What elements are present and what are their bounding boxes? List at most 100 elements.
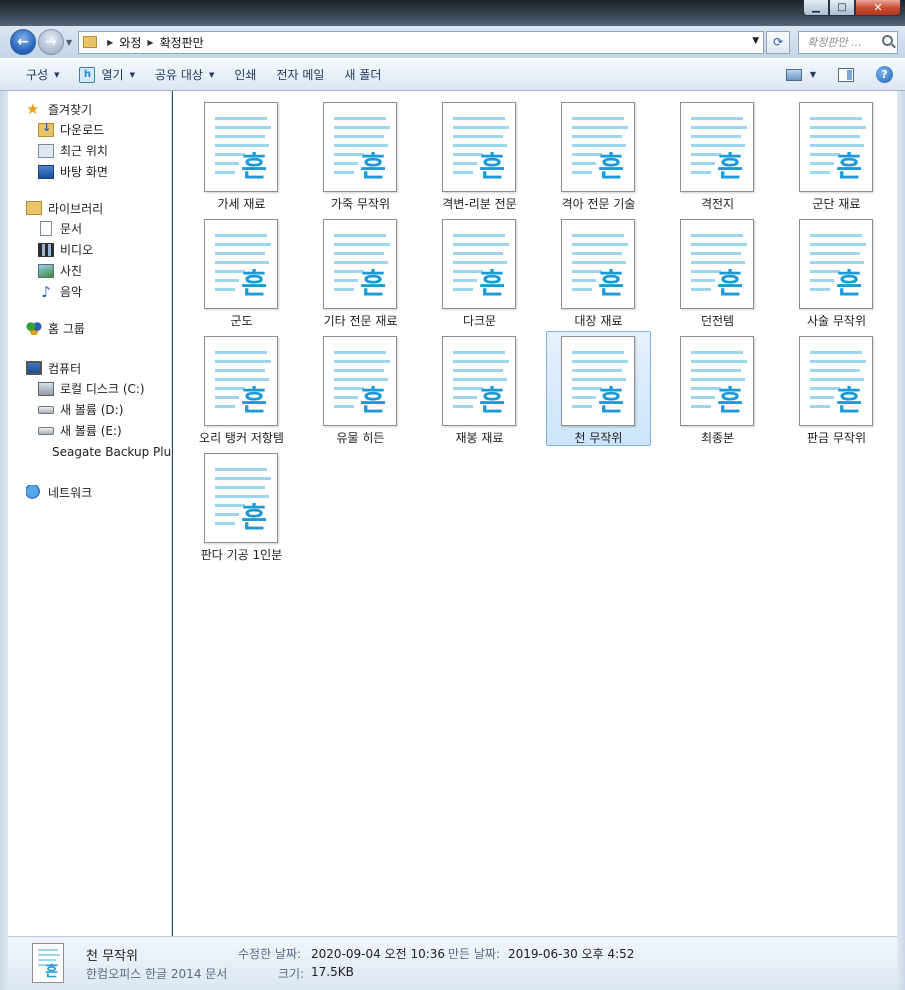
preview-pane-icon[interactable] — [838, 67, 854, 82]
hwp-glyph: 흔 — [479, 384, 505, 417]
file-item[interactable]: 흔 격변-리분 전문 — [427, 97, 532, 212]
nav-item-drive-c[interactable]: 로컬 디스크 (C:) — [8, 378, 171, 399]
text-line-decoration — [453, 117, 505, 120]
nav-item-drive-d[interactable]: 새 볼륨 (D:) — [8, 399, 171, 420]
breadcrumb-item[interactable]: 확정판만 — [160, 34, 204, 51]
breadcrumb-item[interactable]: 와정 — [119, 34, 141, 51]
file-item[interactable]: 흔 가세 재료 — [189, 97, 294, 212]
hwp-glyph: 흔 — [717, 150, 743, 183]
created-value: 2019-06-30 오후 4:52 — [508, 947, 635, 961]
text-line-decoration — [691, 144, 745, 147]
nav-item-documents[interactable]: 문서 — [8, 218, 171, 239]
print-button[interactable]: 인쇄 — [224, 62, 266, 88]
file-item[interactable]: 흔 군도 — [189, 214, 294, 329]
text-line-decoration — [215, 486, 265, 489]
file-name: 격전지 — [700, 197, 735, 211]
file-item[interactable]: 흔 군단 재료 — [784, 97, 889, 212]
new-folder-button[interactable]: 새 폴더 — [334, 62, 391, 88]
file-item[interactable]: 흔 다크문 — [427, 214, 532, 329]
text-line-decoration — [334, 144, 388, 147]
hwp-document-icon: 흔 — [204, 102, 278, 192]
command-bar: 구성 ▼ h 열기 ▼ 공유 대상 ▼ 인쇄 전자 메일 새 폴더 ▼ ? — [0, 58, 905, 91]
nav-item-videos[interactable]: 비디오 — [8, 239, 171, 260]
nav-label: 음악 — [60, 285, 83, 299]
music-note-icon: ♪ — [41, 282, 51, 301]
nav-item-seagate[interactable]: Seagate Backup Plus — [8, 441, 171, 462]
nav-item-music[interactable]: ♪ 음악 — [8, 281, 171, 302]
system-drive-icon — [38, 381, 54, 396]
recent-places-icon — [38, 143, 54, 158]
nav-item-drive-e[interactable]: 새 볼륨 (E:) — [8, 420, 171, 441]
file-item[interactable]: 흔 판다 기공 1인분 — [189, 448, 294, 563]
maximize-button[interactable]: □ — [829, 0, 855, 16]
file-item[interactable]: 흔 재봉 재료 — [427, 331, 532, 446]
hwp-glyph: 흔 — [836, 384, 862, 417]
text-line-decoration — [215, 378, 269, 381]
search-icon[interactable] — [882, 34, 894, 46]
email-button[interactable]: 전자 메일 — [266, 62, 334, 88]
help-icon[interactable]: ? — [876, 66, 893, 83]
file-item[interactable]: 흔 격아 전문 기술 — [546, 97, 651, 212]
computer-group: 컴퓨터 로컬 디스크 (C:) 새 볼륨 (D:) 새 볼륨 (E:) Seag… — [8, 358, 171, 462]
text-line-decoration — [572, 171, 592, 174]
nav-item-downloads[interactable]: 다운로드 — [8, 119, 171, 140]
nav-homegroup[interactable]: 홈 그룹 — [8, 318, 171, 338]
nav-libraries[interactable]: 라이브러리 — [8, 198, 171, 218]
chevron-down-icon: ▼ — [208, 70, 215, 79]
nav-item-desktop[interactable]: 바탕 화면 — [8, 161, 171, 182]
nav-network[interactable]: 네트워크 — [8, 482, 171, 502]
file-item[interactable]: 흔 가죽 무작위 — [308, 97, 413, 212]
file-item[interactable]: 흔 기타 전문 재료 — [308, 214, 413, 329]
file-item[interactable]: 흔격전지 — [665, 97, 770, 212]
nav-item-recent-places[interactable]: 최근 위치 — [8, 140, 171, 161]
file-item[interactable]: 흔 던전템 — [665, 214, 770, 329]
search-placeholder: 확정판만 ... — [807, 36, 862, 49]
text-line-decoration — [334, 369, 384, 372]
hwp-document-icon: 흔 — [442, 336, 516, 426]
text-line-decoration — [691, 261, 745, 264]
change-view-icon[interactable] — [785, 68, 802, 81]
nav-item-pictures[interactable]: 사진 — [8, 260, 171, 281]
text-line-decoration — [572, 378, 626, 381]
address-bar[interactable]: ▶ 와정 ▶ 확정판만 ▼ — [78, 30, 765, 54]
window-frame-left — [0, 91, 8, 990]
chevron-right-icon[interactable]: ▶ — [147, 38, 153, 47]
created-label: 만든 날짜: — [448, 947, 501, 961]
back-button[interactable]: ← — [10, 29, 36, 55]
file-item[interactable]: 흔판금 무작위 — [784, 331, 889, 446]
text-line-decoration — [810, 252, 860, 255]
share-button[interactable]: 공유 대상 ▼ — [145, 62, 224, 88]
text-line-decoration — [215, 477, 271, 480]
file-item[interactable]: 흔 사술 무작위 — [784, 214, 889, 329]
refresh-button[interactable]: ⟳ — [766, 30, 791, 54]
hwp-document-icon: 흔 — [680, 336, 754, 426]
modified-value: 2020-09-04 오전 10:36 — [311, 947, 446, 961]
file-item[interactable]: 흔천 무작위 — [546, 331, 651, 446]
text-line-decoration — [215, 522, 235, 525]
close-button[interactable]: ✕ — [855, 0, 901, 16]
file-name: 판금 무작위 — [806, 431, 866, 445]
hwp-document-icon: 흔 — [799, 336, 873, 426]
file-item[interactable]: 흔 오리 탱커 저항템 — [189, 331, 294, 446]
search-input[interactable]: 확정판만 ... — [798, 30, 899, 54]
minimize-button[interactable]: ▁ — [803, 0, 829, 16]
drive-icon — [38, 405, 54, 414]
chevron-right-icon[interactable]: ▶ — [107, 38, 113, 47]
open-button[interactable]: h 열기 ▼ — [69, 62, 144, 88]
file-list-pane[interactable]: 흔 가세 재료 흔 가죽 무작위 흔 격변-리분 전문 흔 격아 전문 기술 흔 격전지 흔 군단 재… — [173, 91, 897, 936]
organize-button[interactable]: 구성 ▼ — [16, 62, 69, 88]
hwp-document-icon: 흔 — [561, 102, 635, 192]
file-item[interactable]: 흔 유물 히든 — [308, 331, 413, 446]
navigation-pane[interactable]: ★ 즐겨찾기 다운로드 최근 위치 바탕 화면 라이브러리 문서 비디오 — [8, 91, 172, 936]
chevron-down-icon[interactable]: ▼ — [752, 36, 759, 46]
nav-favorites[interactable]: ★ 즐겨찾기 — [8, 99, 171, 119]
text-line-decoration — [691, 117, 743, 120]
forward-button[interactable]: → — [38, 29, 64, 55]
chevron-down-icon[interactable]: ▼ — [810, 70, 816, 79]
file-item[interactable]: 흔 대장 재료 — [546, 214, 651, 329]
nav-computer[interactable]: 컴퓨터 — [8, 358, 171, 378]
details-file-type: 한컴오피스 한글 2014 문서 — [86, 967, 228, 981]
file-item[interactable]: 흔 최종본 — [665, 331, 770, 446]
downloads-folder-icon — [38, 121, 54, 137]
recent-pages-dropdown[interactable]: ▼ — [66, 38, 72, 47]
